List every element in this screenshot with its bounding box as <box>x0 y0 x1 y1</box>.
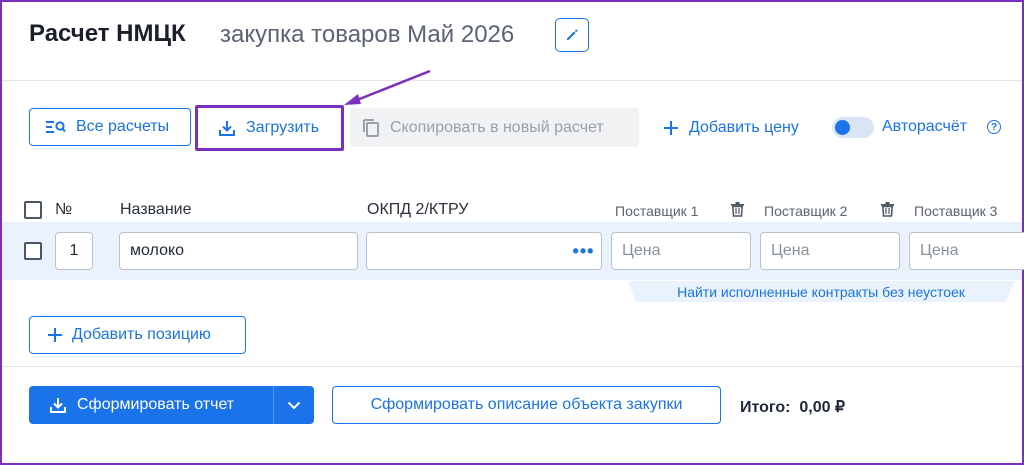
more-options-icon[interactable]: ••• <box>566 233 601 269</box>
trash-icon[interactable] <box>731 202 744 217</box>
pencil-icon <box>567 29 578 40</box>
select-all-checkbox[interactable] <box>24 201 42 219</box>
footer-divider <box>2 366 1022 367</box>
edit-name-button[interactable] <box>555 18 589 52</box>
name-input[interactable]: молоко <box>119 232 358 270</box>
header-divider <box>2 80 1022 81</box>
chevron-down-icon <box>287 401 301 409</box>
add-position-button[interactable]: Добавить позицию <box>29 316 246 354</box>
calculation-name: закупка товаров Май 2026 <box>220 21 515 48</box>
generate-report-main[interactable]: Сформировать отчет <box>29 386 273 424</box>
row-number-field[interactable]: 1 <box>55 232 93 270</box>
download-icon <box>50 398 66 413</box>
help-icon[interactable]: ? <box>987 120 1001 134</box>
okpd-input[interactable]: ••• <box>366 232 602 270</box>
toggle-knob <box>835 120 850 135</box>
column-okpd: ОКПД 2/КТРУ <box>367 201 469 218</box>
column-name: Название <box>120 201 192 218</box>
generate-description-label: Сформировать описание объекта закупки <box>370 396 683 413</box>
copy-to-new-label: Скопировать в новый расчет <box>390 118 604 136</box>
generate-description-button[interactable]: Сформировать описание объекта закупки <box>332 386 721 424</box>
all-calculations-button[interactable]: Все расчеты <box>29 108 191 146</box>
list-search-icon <box>46 121 66 133</box>
generate-report-button[interactable]: Сформировать отчет <box>29 386 314 424</box>
upload-button[interactable]: Загрузить <box>195 105 344 151</box>
auto-calc-label: Авторасчёт <box>882 118 968 135</box>
plus-icon <box>664 120 678 135</box>
report-dropdown-toggle[interactable] <box>274 386 314 424</box>
trash-icon[interactable] <box>881 202 894 217</box>
download-icon <box>219 121 235 136</box>
annotation-arrow-icon <box>344 69 431 105</box>
auto-calc-toggle[interactable] <box>832 117 874 138</box>
total: Итого: 0,00 ₽ <box>740 397 845 417</box>
upload-label: Загрузить <box>246 119 320 136</box>
column-supplier-3: Поставщик 3 <box>914 203 998 219</box>
add-position-label: Добавить позицию <box>72 326 211 343</box>
add-price-label: Добавить цену <box>689 118 799 136</box>
find-contracts-link[interactable]: Найти исполненные контракты без неустоек <box>628 281 1014 302</box>
generate-report-label: Сформировать отчет <box>77 396 235 413</box>
price-input-supplier-2[interactable]: Цена <box>760 232 900 270</box>
add-price-button[interactable]: Добавить цену <box>663 108 799 147</box>
total-value: 0,00 ₽ <box>799 399 846 416</box>
page-title: Расчет НМЦК <box>29 20 186 47</box>
column-supplier-1: Поставщик 1 <box>615 203 699 219</box>
total-label: Итого: <box>740 399 791 416</box>
price-input-supplier-3[interactable]: Цена <box>909 232 1024 270</box>
column-supplier-2: Поставщик 2 <box>764 203 848 219</box>
row-checkbox[interactable] <box>24 242 42 260</box>
copy-to-new-button[interactable]: Скопировать в новый расчет <box>350 108 639 147</box>
price-input-supplier-1[interactable]: Цена <box>611 232 751 270</box>
copy-icon <box>363 118 379 137</box>
column-number: № <box>55 201 73 218</box>
all-calculations-label: Все расчеты <box>76 118 170 135</box>
plus-icon <box>48 328 62 342</box>
